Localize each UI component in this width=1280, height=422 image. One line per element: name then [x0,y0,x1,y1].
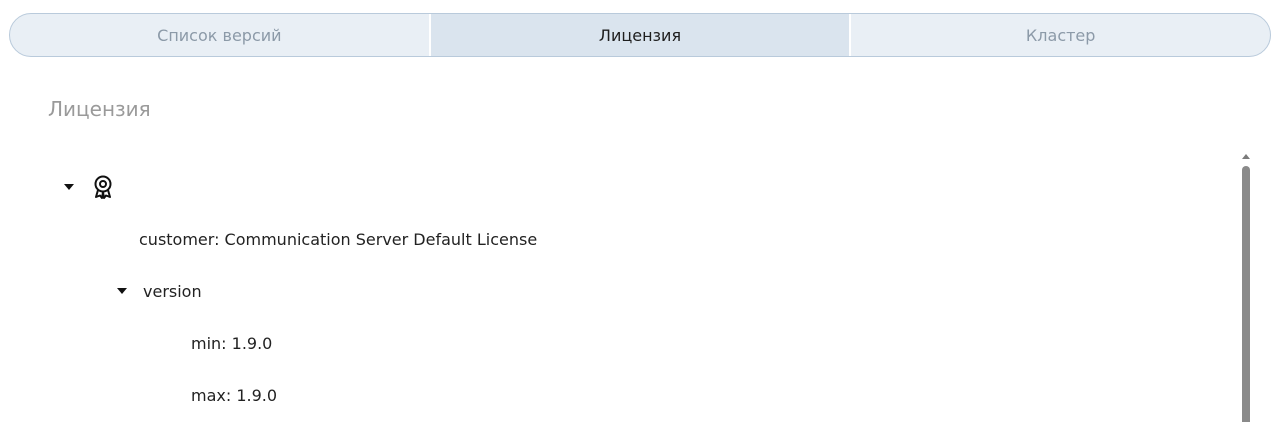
license-tree: customer: Communication Server Default L… [0,150,1236,422]
tree-leaf-min: min: 1.9.0 [191,330,272,356]
tree-leaf-customer: customer: Communication Server Default L… [139,226,537,252]
max-text: max: 1.9.0 [191,385,278,405]
caret-down-icon[interactable] [117,288,127,294]
section-title: Лицензия [48,97,151,121]
license-badge-icon [93,175,113,199]
tab-cluster[interactable]: Кластер [849,14,1270,56]
vertical-scrollbar[interactable] [1240,150,1252,422]
customer-text: customer: Communication Server Default L… [139,229,538,249]
tree-node-version[interactable]: version [117,278,202,304]
version-label: version [143,281,202,301]
tree-node-root [64,174,113,200]
tab-bar: Список версий Лицензия Кластер [9,13,1271,57]
tree-leaf-max: max: 1.9.0 [191,382,277,408]
tab-version-list[interactable]: Список версий [10,14,429,56]
min-text: min: 1.9.0 [191,333,273,353]
scrollbar-thumb[interactable] [1242,166,1250,422]
tab-license[interactable]: Лицензия [428,14,850,56]
scroll-up-arrow-icon[interactable] [1242,154,1250,159]
caret-down-icon[interactable] [64,184,74,190]
